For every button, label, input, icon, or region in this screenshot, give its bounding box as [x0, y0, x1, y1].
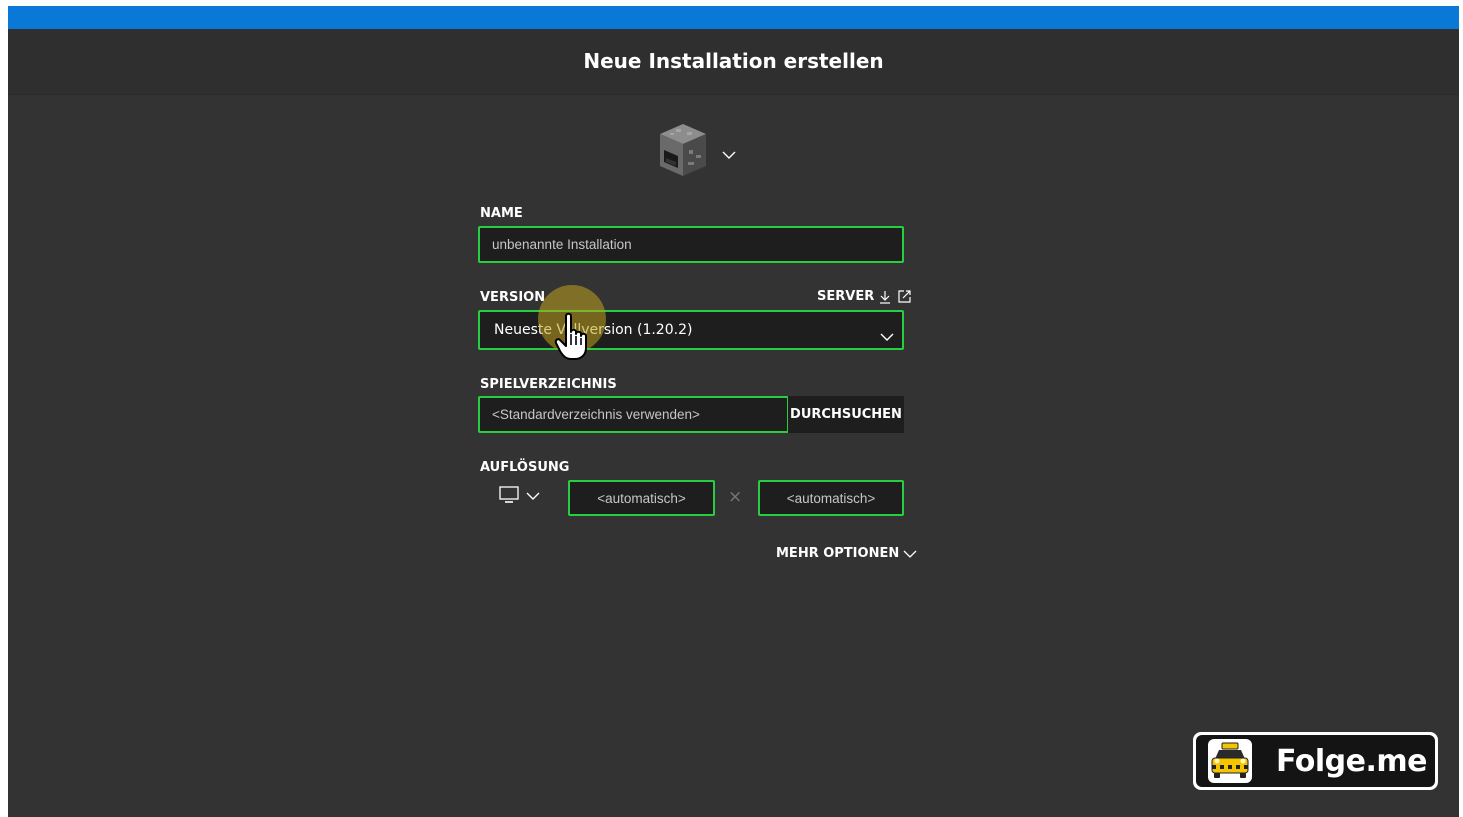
taxi-car-logo-icon — [1208, 739, 1252, 783]
more-options-toggle[interactable]: MEHR OPTIONEN — [776, 546, 917, 561]
chevron-down-icon — [903, 550, 917, 558]
resolution-height-input[interactable]: <automatisch> — [758, 480, 904, 516]
installation-icon-picker[interactable] — [656, 122, 736, 178]
page-title: Neue Installation erstellen — [583, 49, 884, 73]
version-label: VERSION — [480, 290, 546, 305]
server-link-label: SERVER — [817, 289, 875, 304]
app-window: Neue Installation erstellen NAME unbenan… — [8, 6, 1459, 817]
game-directory-label: SPIELVERZEICHNIS — [480, 377, 617, 392]
more-options-label: MEHR OPTIONEN — [776, 546, 900, 561]
title-bar — [8, 6, 1459, 29]
download-icon — [880, 290, 891, 304]
external-link-icon — [898, 290, 911, 303]
resolution-height-placeholder: <automatisch> — [786, 490, 876, 506]
resolution-separator: × — [728, 487, 743, 507]
game-directory-input[interactable]: <Standardverzeichnis verwenden> — [478, 396, 789, 433]
chevron-down-icon — [722, 151, 736, 159]
resolution-width-input[interactable]: <automatisch> — [568, 480, 715, 516]
server-download-link[interactable]: SERVER — [817, 289, 912, 304]
monitor-icon — [499, 486, 519, 503]
name-input-value: unbenannte Installation — [492, 237, 632, 252]
resolution-label: AUFLÖSUNG — [480, 460, 570, 475]
dialog-header: Neue Installation erstellen — [8, 29, 1459, 95]
watermark-badge-inner: Folge.me — [1196, 735, 1435, 787]
watermark-text: Folge.me — [1276, 743, 1428, 779]
resolution-width-placeholder: <automatisch> — [597, 490, 686, 506]
resolution-preset-dropdown[interactable] — [498, 486, 542, 506]
browse-button[interactable]: DURCHSUCHEN — [788, 396, 904, 433]
game-directory-placeholder: <Standardverzeichnis verwenden> — [492, 407, 700, 422]
furnace-block-icon — [660, 124, 706, 176]
name-label: NAME — [480, 206, 523, 221]
hand-pointer-cursor-icon — [554, 312, 587, 360]
chevron-down-icon — [880, 333, 894, 341]
name-input[interactable]: unbenannte Installation — [478, 226, 904, 263]
watermark-badge: Folge.me — [1193, 732, 1438, 790]
version-select[interactable]: Neueste Vollversion (1.20.2) — [478, 310, 904, 350]
chevron-down-icon — [526, 492, 540, 500]
